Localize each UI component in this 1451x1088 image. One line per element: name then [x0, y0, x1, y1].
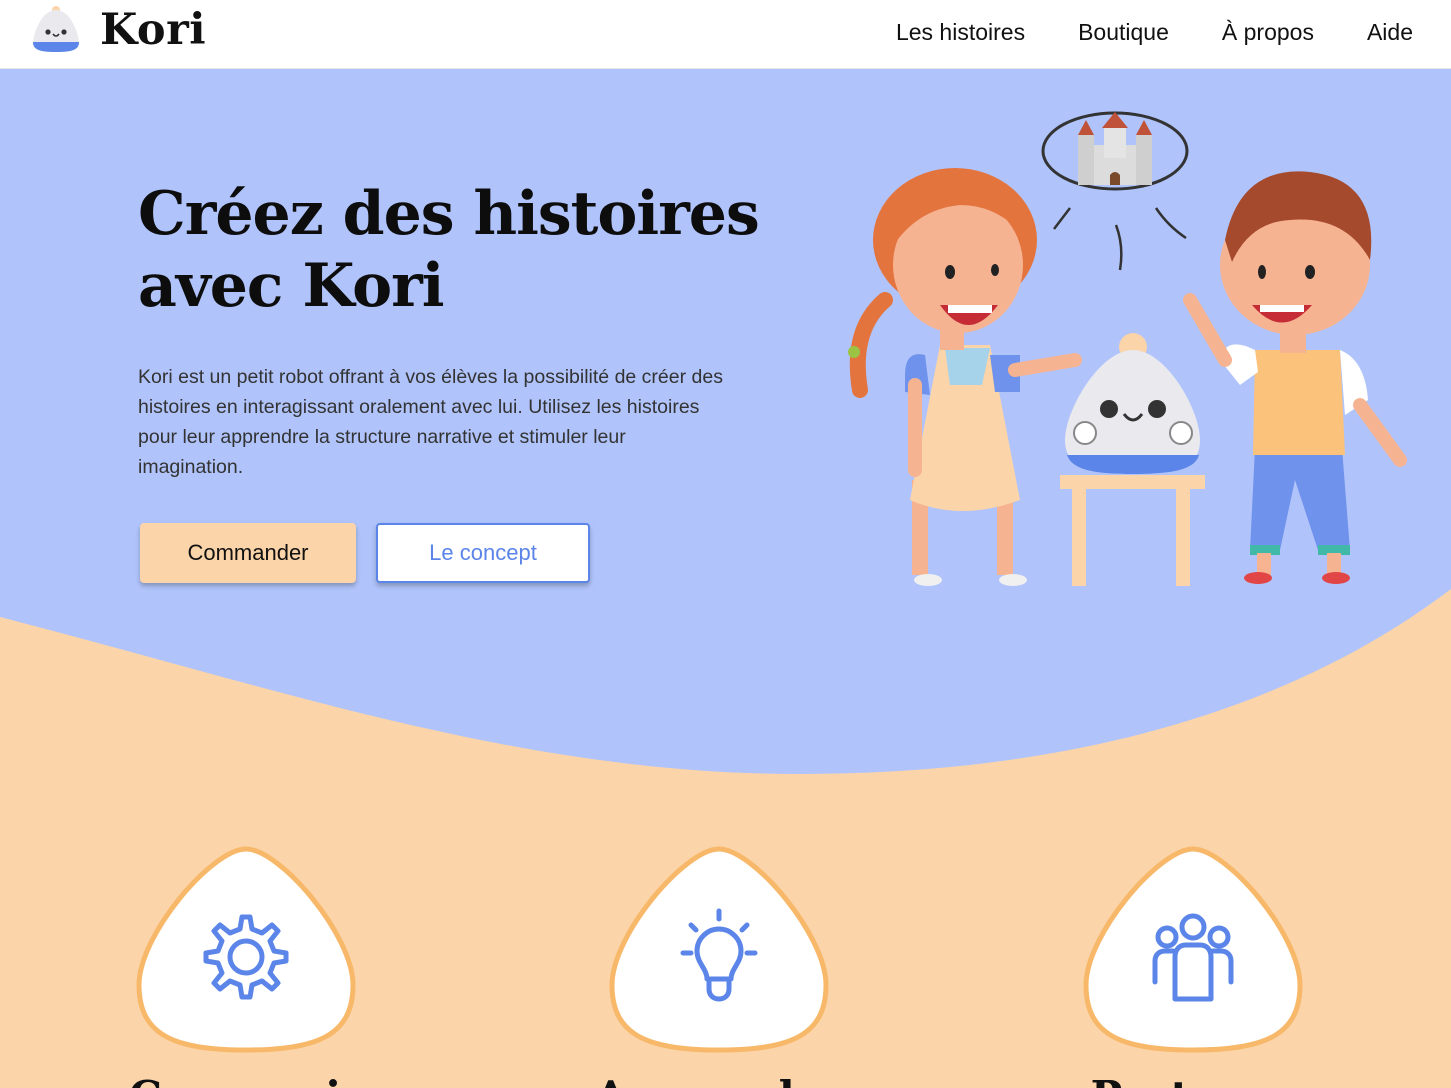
- robot-on-table: [1060, 333, 1205, 586]
- nav-link-shop[interactable]: Boutique: [1078, 16, 1169, 48]
- site-header: Kori Les histoires Boutique À propos Aid…: [0, 0, 1451, 69]
- hero-title-line-1: Créez des histoires: [138, 179, 760, 249]
- feature-card-share: [1081, 845, 1305, 1055]
- page: Kori Les histoires Boutique À propos Aid…: [0, 0, 1451, 1088]
- feature-card-learn: [607, 845, 831, 1055]
- feature-title-share: Partager: [1043, 1072, 1343, 1088]
- gear-icon: [203, 914, 289, 1000]
- nav-link-stories[interactable]: Les histoires: [896, 16, 1025, 48]
- brand-name: Kori: [100, 5, 207, 55]
- boy-figure: [1183, 171, 1407, 584]
- kori-logo-icon: [33, 6, 79, 52]
- order-button[interactable]: Commander: [140, 523, 356, 583]
- castle-thought-bubble: [1041, 111, 1189, 271]
- hero-title-line-2: avec Kori: [138, 251, 445, 321]
- children-robot-illustration: [848, 111, 1407, 586]
- logo[interactable]: Kori: [28, 2, 206, 58]
- feature-title-learn: Apprendre: [569, 1072, 869, 1088]
- feature-title-design: Concevoir: [96, 1072, 396, 1088]
- hero-title: Créez des histoires avec Kori: [138, 178, 778, 322]
- concept-button[interactable]: Le concept: [376, 523, 590, 583]
- girl-figure: [848, 168, 1082, 586]
- nav-link-about[interactable]: À propos: [1222, 16, 1314, 48]
- main-nav: Les histoires Boutique À propos Aide: [843, 16, 1413, 48]
- hero-description: Kori est un petit robot offrant à vos él…: [138, 366, 723, 478]
- nav-link-help[interactable]: Aide: [1367, 16, 1413, 48]
- lightbulb-icon: [680, 908, 758, 1002]
- group-icon: [1152, 913, 1234, 1002]
- feature-card-design: [134, 845, 358, 1055]
